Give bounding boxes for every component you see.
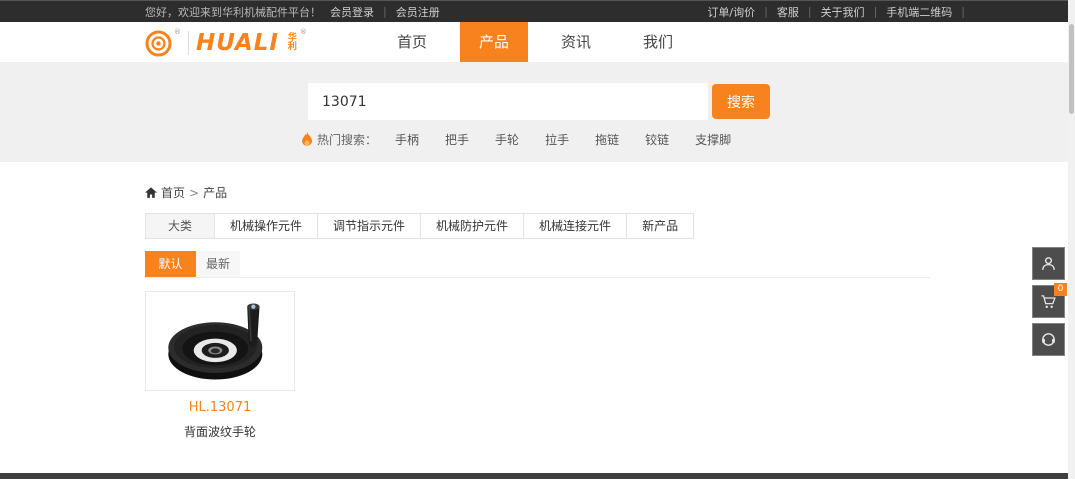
service-button[interactable] bbox=[1032, 323, 1065, 356]
header: ® HUALI 华利 ® 首页 产品 资讯 我们 bbox=[0, 22, 1075, 62]
category-tab-protect[interactable]: 机械防护元件 bbox=[420, 213, 524, 239]
hot-term[interactable]: 手柄 bbox=[395, 131, 419, 148]
breadcrumb-current: 产品 bbox=[203, 184, 227, 201]
breadcrumb-home[interactable]: 首页 bbox=[161, 184, 185, 201]
hot-term[interactable]: 拖链 bbox=[595, 131, 619, 148]
category-tab-operating[interactable]: 机械操作元件 bbox=[214, 213, 318, 239]
service-link[interactable]: 客服 bbox=[777, 4, 799, 20]
category-tab-new[interactable]: 新产品 bbox=[626, 213, 694, 239]
user-button[interactable] bbox=[1032, 247, 1065, 280]
search-button[interactable]: 搜索 bbox=[712, 84, 770, 119]
category-tab-all[interactable]: 大类 bbox=[145, 213, 215, 239]
cart-button[interactable]: 0 bbox=[1032, 285, 1065, 318]
category-tabs: 大类 机械操作元件 调节指示元件 机械防护元件 机械连接元件 新产品 bbox=[145, 213, 930, 239]
nav-home[interactable]: 首页 bbox=[378, 22, 446, 62]
home-icon bbox=[145, 187, 157, 199]
breadcrumb-separator: > bbox=[189, 186, 199, 200]
hot-term[interactable]: 把手 bbox=[445, 131, 469, 148]
topbar: 您好，欢迎来到华利机械配件平台！ 会员登录 | 会员注册 订单/询价 | 客服 … bbox=[0, 0, 1075, 22]
nav-products[interactable]: 产品 bbox=[460, 22, 528, 62]
hot-term[interactable]: 支撑脚 bbox=[695, 131, 731, 148]
cart-count-badge: 0 bbox=[1054, 283, 1067, 296]
registered-mark: ® bbox=[174, 28, 181, 36]
brand-name: HUALI bbox=[196, 23, 279, 63]
search-input[interactable] bbox=[308, 83, 708, 120]
nav-news[interactable]: 资讯 bbox=[542, 22, 610, 62]
handwheel-image bbox=[149, 294, 291, 388]
welcome-text: 您好，欢迎来到华利机械配件平台！ bbox=[145, 4, 321, 20]
user-icon bbox=[1040, 255, 1057, 272]
orders-link[interactable]: 订单/询价 bbox=[707, 4, 755, 20]
footer-bar bbox=[0, 473, 1075, 479]
separator: | bbox=[874, 5, 878, 18]
service-headset-icon bbox=[1040, 331, 1057, 348]
separator: | bbox=[961, 5, 965, 18]
brand-logo[interactable]: ® HUALI 华利 ® bbox=[145, 22, 307, 62]
product-card: HL.13071 背面波纹手轮 bbox=[145, 291, 295, 440]
category-tab-connect[interactable]: 机械连接元件 bbox=[523, 213, 627, 239]
floating-toolbar: 0 bbox=[1032, 247, 1065, 356]
product-image[interactable] bbox=[145, 291, 295, 391]
hot-search-terms: 手柄 把手 手轮 拉手 拖链 铰链 支撑脚 bbox=[395, 131, 731, 148]
hot-search-label: 热门搜索： bbox=[317, 131, 377, 148]
product-code[interactable]: HL.13071 bbox=[145, 400, 295, 415]
scrollbar-track[interactable] bbox=[1068, 0, 1075, 479]
flame-icon bbox=[301, 132, 313, 147]
brand-name-cn: 华利 bbox=[288, 34, 298, 52]
separator: | bbox=[808, 5, 812, 18]
separator: | bbox=[383, 5, 387, 18]
register-link[interactable]: 会员注册 bbox=[396, 4, 440, 20]
nav-about[interactable]: 我们 bbox=[624, 22, 692, 62]
login-link[interactable]: 会员登录 bbox=[330, 4, 374, 20]
scrollbar-thumb[interactable] bbox=[1069, 24, 1074, 114]
brand-roundel-icon bbox=[145, 30, 172, 57]
about-link[interactable]: 关于我们 bbox=[821, 4, 865, 20]
search-section: 搜索 热门搜索： 手柄 把手 手轮 拉手 拖链 铰链 支撑脚 bbox=[0, 62, 1075, 162]
hot-term[interactable]: 拉手 bbox=[545, 131, 569, 148]
sort-tab-newest[interactable]: 最新 bbox=[196, 251, 240, 277]
main-content: 首页 > 产品 大类 机械操作元件 调节指示元件 机械防护元件 机械连接元件 新… bbox=[145, 184, 930, 440]
sort-tabs: 默认 最新 bbox=[145, 251, 930, 278]
category-tab-adjust[interactable]: 调节指示元件 bbox=[317, 213, 421, 239]
registered-mark: ® bbox=[300, 28, 307, 36]
hot-term[interactable]: 手轮 bbox=[495, 131, 519, 148]
main-nav: 首页 产品 资讯 我们 bbox=[378, 22, 706, 62]
mobile-qrcode-link[interactable]: 手机端二维码 bbox=[886, 4, 952, 20]
product-name: 背面波纹手轮 bbox=[145, 423, 295, 440]
separator: | bbox=[764, 5, 768, 18]
breadcrumb: 首页 > 产品 bbox=[145, 184, 930, 201]
logo-divider bbox=[188, 31, 189, 55]
sort-tab-default[interactable]: 默认 bbox=[145, 251, 196, 277]
hot-term[interactable]: 铰链 bbox=[645, 131, 669, 148]
